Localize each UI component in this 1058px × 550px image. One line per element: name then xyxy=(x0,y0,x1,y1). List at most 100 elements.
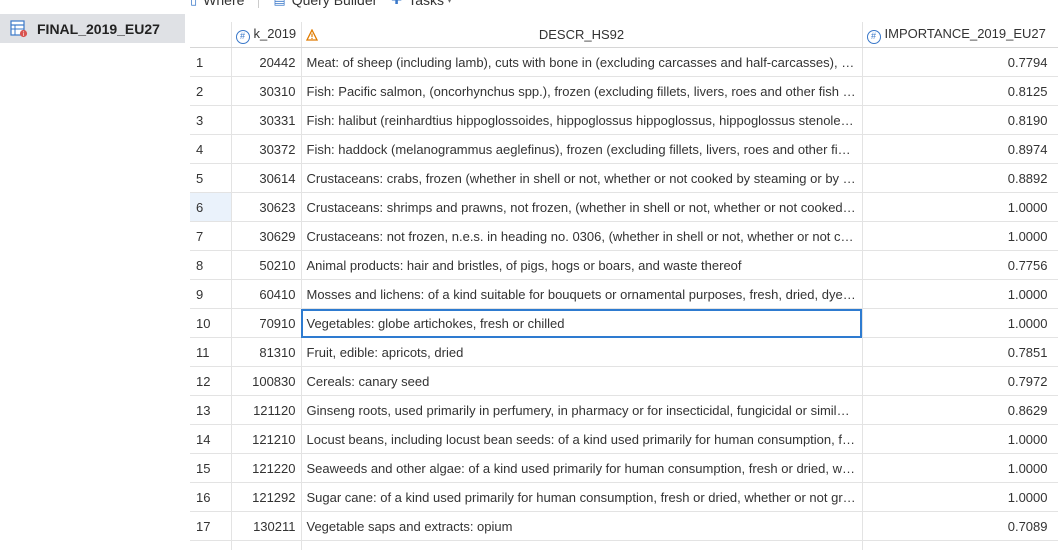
descr-hs92-cell[interactable]: Fruit, edible: apricots, dried xyxy=(301,337,863,367)
row-number-cell[interactable]: 7 xyxy=(190,221,232,251)
table-row[interactable]: 6 30623 Crustaceans: shrimps and prawns, n… xyxy=(190,192,1058,222)
importance-cell[interactable]: 0.7972 xyxy=(862,366,1058,396)
importance-cell[interactable]: 1.0000 xyxy=(862,279,1058,309)
row-number-cell[interactable]: 18 xyxy=(190,540,232,550)
descr-hs92-cell[interactable]: Mosses and lichens: of a kind suitable f… xyxy=(301,279,863,309)
k-2019-cell[interactable]: 70910 xyxy=(231,308,302,338)
table-row[interactable]: 3 30331 Fish: halibut (reinhardtius hippog… xyxy=(190,105,1058,135)
table-row[interactable]: 10 70910 Vegetables: globe artichokes, fre… xyxy=(190,308,1058,338)
importance-cell[interactable]: 0.8897 xyxy=(862,540,1058,550)
row-number-cell[interactable]: 16 xyxy=(190,482,232,512)
importance-cell[interactable]: 0.7851 xyxy=(862,337,1058,367)
table-row[interactable]: 16 121292 Sugar cane: of a kind used prima… xyxy=(190,482,1058,512)
tasks-button[interactable]: ✚ Tasks ▾ xyxy=(391,0,452,8)
k-2019-cell[interactable]: 30614 xyxy=(231,163,302,193)
column-header-k-2019[interactable]: # k_2019 xyxy=(231,22,302,48)
importance-cell[interactable]: 1.0000 xyxy=(862,308,1058,338)
k-2019-cell[interactable]: 30629 xyxy=(231,221,302,251)
row-number-cell[interactable]: 9 xyxy=(190,279,232,309)
importance-cell[interactable]: 0.7794 xyxy=(862,47,1058,77)
k-2019-cell[interactable]: 140110 xyxy=(231,540,302,550)
row-number-cell[interactable]: 13 xyxy=(190,395,232,425)
descr-hs92-cell[interactable]: Cereals: canary seed xyxy=(301,366,863,396)
table-row[interactable]: 5 30614 Crustaceans: crabs, frozen (whethe… xyxy=(190,163,1058,193)
column-header-label: DESCR_HS92 xyxy=(538,27,625,42)
descr-hs92-cell[interactable]: Fish: haddock (melanogrammus aeglefinus)… xyxy=(301,134,863,164)
row-number-cell[interactable]: 14 xyxy=(190,424,232,454)
importance-cell[interactable]: 0.8629 xyxy=(862,395,1058,425)
k-2019-cell[interactable]: 121292 xyxy=(231,482,302,512)
where-button[interactable]: ▯ Where xyxy=(190,0,244,8)
k-2019-cell[interactable]: 60410 xyxy=(231,279,302,309)
chevron-down-icon[interactable]: ⌄ xyxy=(168,0,177,3)
row-number-cell[interactable]: 5 xyxy=(190,163,232,193)
importance-cell[interactable]: 1.0000 xyxy=(862,482,1058,512)
k-2019-cell[interactable]: 30331 xyxy=(231,105,302,135)
k-2019-cell[interactable]: 30310 xyxy=(231,76,302,106)
row-number-cell[interactable]: 3 xyxy=(190,105,232,135)
table-row[interactable]: 9 60410 Mosses and lichens: of a kind suit… xyxy=(190,279,1058,309)
row-number-cell[interactable]: 8 xyxy=(190,250,232,280)
table-row[interactable]: 11 81310 Fruit, edible: apricots, dried 0.7… xyxy=(190,337,1058,367)
column-header-descr-hs92[interactable]: DESCR_HS92 xyxy=(301,22,863,48)
column-header-importance-2019-eu27[interactable]: # IMPORTANCE_2019_EU27 xyxy=(862,22,1058,48)
row-number-cell[interactable]: 17 xyxy=(190,511,232,541)
row-number-cell[interactable]: 4 xyxy=(190,134,232,164)
descr-hs92-cell[interactable]: Crustaceans: not frozen, n.e.s. in headi… xyxy=(301,221,863,251)
dataset-name: FINAL_2019_EU27 xyxy=(37,20,160,37)
importance-cell[interactable]: 0.8125 xyxy=(862,76,1058,106)
k-2019-cell[interactable]: 121120 xyxy=(231,395,302,425)
importance-cell[interactable]: 1.0000 xyxy=(862,221,1058,251)
descr-hs92-cell[interactable]: Seaweeds and other algae: of a kind used… xyxy=(301,453,863,483)
table-row[interactable]: 15 121220 Seaweeds and other algae: of a k… xyxy=(190,453,1058,483)
row-number-cell[interactable]: 11 xyxy=(190,337,232,367)
importance-cell[interactable]: 1.0000 xyxy=(862,424,1058,454)
k-2019-cell[interactable]: 30623 xyxy=(231,192,302,222)
table-row[interactable]: 4 30372 Fish: haddock (melanogrammus aegle… xyxy=(190,134,1058,164)
descr-hs92-cell[interactable]: Ginseng roots, used primarily in perfume… xyxy=(301,395,863,425)
table-row[interactable]: 18140110Bamboos: used primarily for plai… xyxy=(190,540,1058,550)
row-number-cell[interactable]: 2 xyxy=(190,76,232,106)
row-number-cell[interactable]: 10 xyxy=(190,308,232,338)
importance-cell[interactable]: 0.8190 xyxy=(862,105,1058,135)
descr-hs92-cell[interactable]: Crustaceans: crabs, frozen (whether in s… xyxy=(301,163,863,193)
table-row[interactable]: 7 30629 Crustaceans: not frozen, n.e.s. in… xyxy=(190,221,1058,251)
importance-cell[interactable]: 0.7089 xyxy=(862,511,1058,541)
descr-hs92-cell[interactable]: Meat: of sheep (including lamb), cuts wi… xyxy=(301,47,863,77)
k-2019-cell[interactable]: 50210 xyxy=(231,250,302,280)
row-number-cell[interactable]: 6 xyxy=(190,192,232,222)
table-row[interactable]: 1 20442 Meat: of sheep (including lamb), c… xyxy=(190,47,1058,77)
query-builder-button[interactable]: ▤ Query Builder xyxy=(273,0,377,8)
importance-cell[interactable]: 1.0000 xyxy=(862,453,1058,483)
table-row[interactable]: 17 130211 Vegetable saps and extracts: opi… xyxy=(190,511,1058,541)
k-2019-cell[interactable]: 121220 xyxy=(231,453,302,483)
descr-hs92-cell[interactable]: Sugar cane: of a kind used primarily for… xyxy=(301,482,863,512)
k-2019-cell[interactable]: 121210 xyxy=(231,424,302,454)
k-2019-cell[interactable]: 20442 xyxy=(231,47,302,77)
importance-cell[interactable]: 0.8892 xyxy=(862,163,1058,193)
table-row[interactable]: 13 121120 Ginseng roots, used primarily in… xyxy=(190,395,1058,425)
descr-hs92-cell[interactable]: Locust beans, including locust bean seed… xyxy=(301,424,863,454)
table-row[interactable]: 14 121210 Locust beans, including locust b… xyxy=(190,424,1058,454)
row-number-cell[interactable]: 12 xyxy=(190,366,232,396)
table-row[interactable]: 12 100830 Cereals: canary seed 0.7972 xyxy=(190,366,1058,396)
k-2019-cell[interactable]: 81310 xyxy=(231,337,302,367)
descr-hs92-cell[interactable]: Vegetables: globe artichokes, fresh or c… xyxy=(301,308,863,338)
k-2019-cell[interactable]: 130211 xyxy=(231,511,302,541)
row-number-cell[interactable]: 1 xyxy=(190,47,232,77)
table-row[interactable]: 8 50210 Animal products: hair and bristles… xyxy=(190,250,1058,280)
importance-cell[interactable]: 0.7756 xyxy=(862,250,1058,280)
k-2019-cell[interactable]: 30372 xyxy=(231,134,302,164)
descr-hs92-cell[interactable]: Fish: Pacific salmon, (oncorhynchus spp.… xyxy=(301,76,863,106)
descr-hs92-cell[interactable]: Bamboos: used primarily for plaiting xyxy=(301,540,863,550)
descr-hs92-cell[interactable]: Fish: halibut (reinhardtius hippoglossoi… xyxy=(301,105,863,135)
table-row[interactable]: 2 30310 Fish: Pacific salmon, (oncorhynchu… xyxy=(190,76,1058,106)
importance-cell[interactable]: 1.0000 xyxy=(862,192,1058,222)
descr-hs92-cell[interactable]: Animal products: hair and bristles, of p… xyxy=(301,250,863,280)
descr-hs92-cell[interactable]: Vegetable saps and extracts: opium xyxy=(301,511,863,541)
importance-cell[interactable]: 0.8974 xyxy=(862,134,1058,164)
row-number-cell[interactable]: 15 xyxy=(190,453,232,483)
k-2019-cell[interactable]: 100830 xyxy=(231,366,302,396)
dataset-tab[interactable]: i FINAL_2019_EU27 xyxy=(0,14,185,43)
descr-hs92-cell[interactable]: Crustaceans: shrimps and prawns, not fro… xyxy=(301,192,863,222)
